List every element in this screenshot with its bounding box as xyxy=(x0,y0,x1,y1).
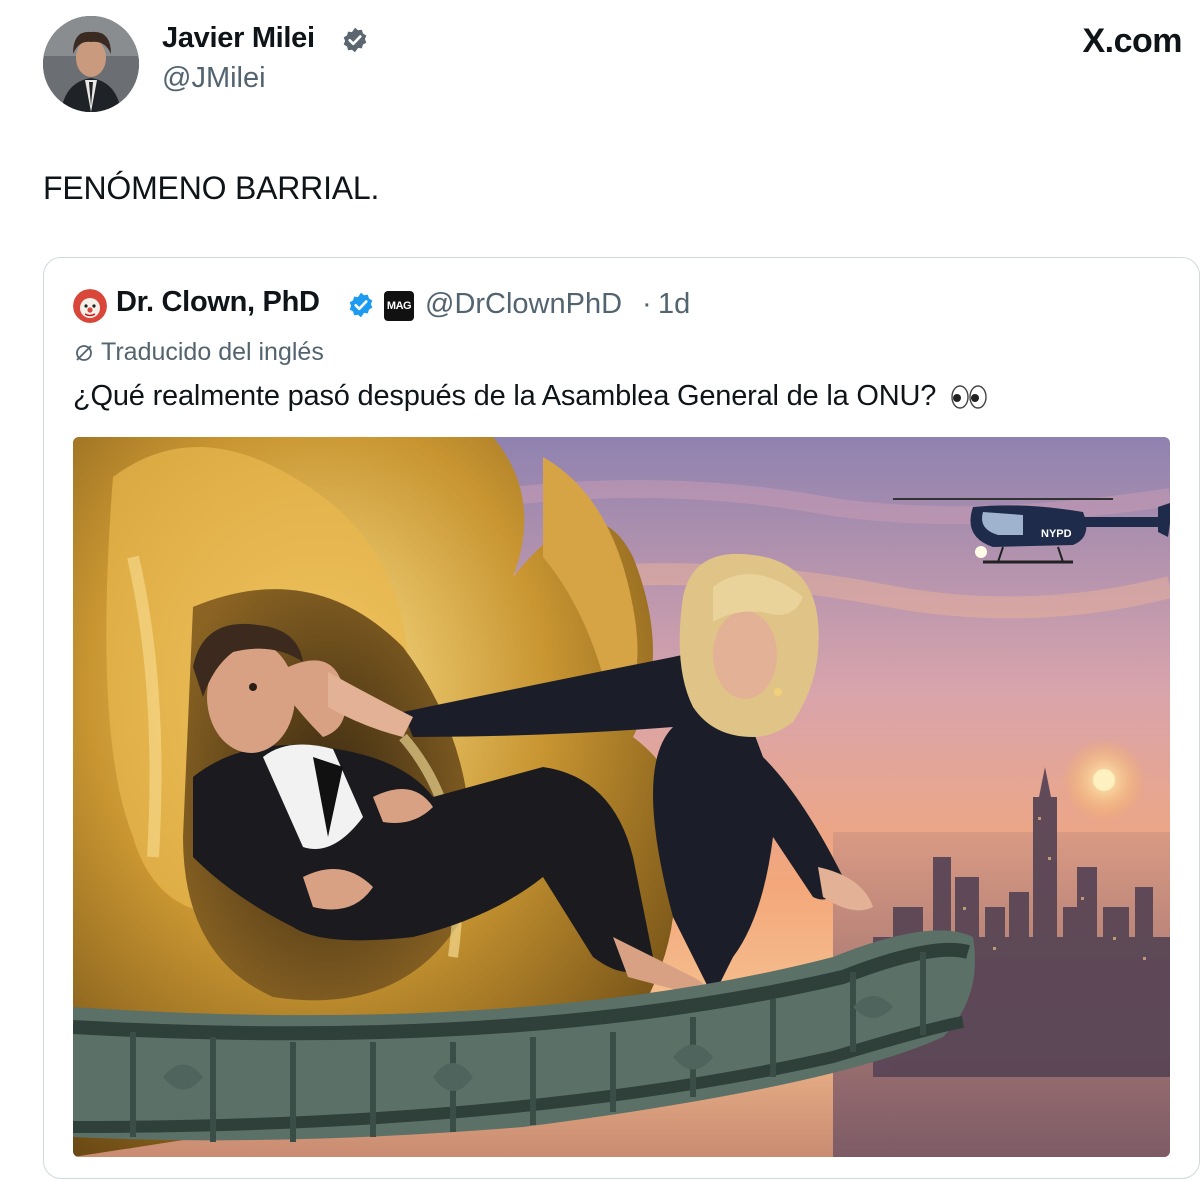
helicopter-label: NYPD xyxy=(1041,528,1072,540)
author-handle[interactable]: @JMilei xyxy=(162,62,266,95)
quoted-text: ¿Qué realmente pasó después de la Asambl… xyxy=(73,380,988,413)
affiliate-badge[interactable]: MAG xyxy=(384,291,414,321)
verified-badge-icon xyxy=(349,292,373,318)
translation-notice[interactable]: Traducido del inglés xyxy=(73,338,324,367)
scene-illustration: NYPD xyxy=(73,437,1170,1157)
author-name[interactable]: Javier Milei xyxy=(162,22,315,55)
quoted-text-content: ¿Qué realmente pasó después de la Asambl… xyxy=(73,380,937,412)
tweet-header: Javier Milei @JMilei X.com xyxy=(0,0,1200,130)
author-avatar[interactable] xyxy=(43,16,139,112)
translate-icon xyxy=(76,344,92,361)
quoted-timestamp[interactable]: 1d xyxy=(658,288,690,321)
quoted-author-avatar[interactable] xyxy=(73,289,107,323)
tweet-text: FENÓMENO BARRIAL. xyxy=(43,170,380,206)
avatar-image xyxy=(43,16,139,112)
quoted-author-handle[interactable]: @DrClownPhD xyxy=(425,288,622,321)
clown-avatar-icon xyxy=(73,289,107,323)
brand-logo: X.com xyxy=(1082,22,1182,60)
separator-dot: · xyxy=(642,288,652,320)
verified-badge-icon xyxy=(343,27,367,53)
eyes-emoji-icon xyxy=(951,385,987,410)
translation-label: Traducido del inglés xyxy=(101,338,324,366)
quoted-media-image[interactable]: NYPD xyxy=(73,437,1170,1157)
quoted-tweet[interactable]: Dr. Clown, PhD MAG @DrClownPhD · 1d Trad… xyxy=(43,257,1200,1179)
quoted-author-name[interactable]: Dr. Clown, PhD xyxy=(116,286,320,319)
